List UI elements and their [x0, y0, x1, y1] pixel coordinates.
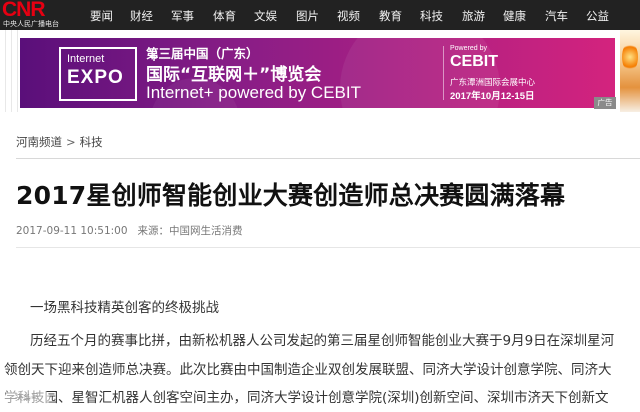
expo-logo-line1: Internet [67, 53, 105, 65]
channel-nav: 要闻 财经 军事 体育 文娱 图片 视频 教育 科技 旅游 健康 汽车 公益 [90, 0, 640, 30]
breadcrumb-divider [16, 158, 640, 159]
article-meta: 2017-09-11 10:51:00 来源：中国网生活消费 [16, 223, 243, 238]
banner-left-strip [0, 30, 20, 112]
article-source: 来源：中国网生活消费 [137, 225, 243, 237]
nav-item-entertainment[interactable]: 文娱 [254, 8, 277, 24]
banner-date: 2017年10月12-15日 [450, 91, 535, 102]
side-ad-image [622, 42, 638, 72]
banner-subtitle: Internet+ powered by CEBIT [146, 83, 361, 102]
banner-title: 国际“互联网＋”博览会 [146, 65, 322, 85]
expo-ad-banner[interactable]: Internet EXPO + 第三届中国（广东） 国际“互联网＋”博览会 In… [20, 38, 615, 108]
banner-divider [443, 46, 444, 100]
nav-item-video[interactable]: 视频 [337, 8, 360, 24]
banner-venue: 广东潭洲国际会展中心 [450, 78, 536, 88]
logo-subtitle: 中央人民广播电台 [3, 20, 59, 28]
breadcrumb-separator: > [66, 135, 76, 149]
nav-item-tech[interactable]: 科技 [420, 8, 443, 24]
nav-item-charity[interactable]: 公益 [586, 8, 609, 24]
internet-expo-logo: Internet EXPO + [59, 47, 159, 101]
breadcrumb: 河南频道 > 科技 [16, 134, 103, 150]
article-paragraph: 历经五个月的赛事比拼，由新松机器人公司发起的第三届星创师智能创业大赛于9月9日在… [30, 333, 615, 349]
breadcrumb-home-link[interactable]: 河南频道 [16, 135, 62, 149]
nav-item-sports[interactable]: 体育 [213, 8, 236, 24]
top-navigation-bar: CNR 中央人民广播电台 要闻 财经 军事 体育 文娱 图片 视频 教育 科技 … [0, 0, 640, 30]
article-paragraph: 一场黑科技精英创客的终极挑战 [30, 300, 219, 316]
article-timestamp: 2017-09-11 10:51:00 [16, 225, 128, 237]
banner-powered-by: Powered by [450, 45, 487, 52]
cebit-logo: CEBIT [450, 53, 498, 70]
nav-item-travel[interactable]: 旅游 [462, 8, 485, 24]
article-title: 2017星创师智能创业大赛创造师总决赛圆满落幕 [16, 181, 566, 210]
cnr-logo[interactable]: CNR 中央人民广播电台 [2, 0, 82, 29]
nav-item-military[interactable]: 军事 [171, 8, 194, 24]
nav-item-auto[interactable]: 汽车 [545, 8, 568, 24]
nav-item-news[interactable]: 要闻 [90, 8, 113, 24]
meta-divider [16, 247, 640, 248]
nav-item-health[interactable]: 健康 [503, 8, 526, 24]
breadcrumb-section-link[interactable]: 科技 [80, 135, 103, 149]
nav-item-finance[interactable]: 财经 [130, 8, 153, 24]
side-ad-strip[interactable] [620, 30, 640, 112]
article-paragraph: 领创天下迎来创造师总决赛。此次比赛由中国制造企业双创发展联盟、同济大学设计创意学… [4, 362, 612, 378]
ad-badge: 广告 [594, 97, 616, 109]
watermark: 头条号 [4, 390, 50, 406]
nav-item-education[interactable]: 教育 [379, 8, 402, 24]
article-paragraph: 学科技园、星智汇机器人创客空间主办，同济大学设计创意学院(深圳)创新空间、深圳市… [4, 390, 609, 406]
expo-logo-line2: EXPO [67, 67, 124, 88]
nav-item-photos[interactable]: 图片 [296, 8, 319, 24]
